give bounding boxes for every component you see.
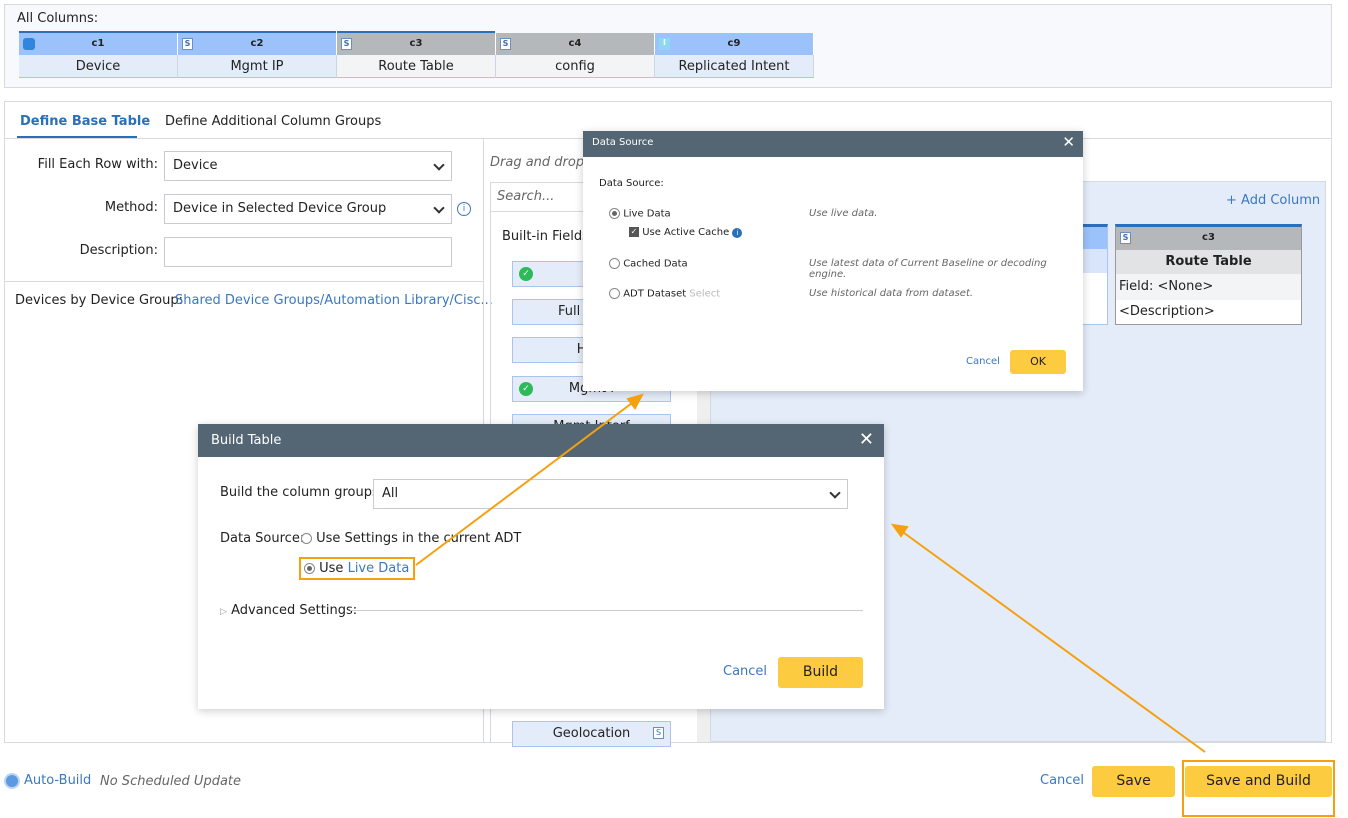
- schedule-status: No Scheduled Update: [100, 774, 242, 789]
- save-button[interactable]: Save: [1092, 766, 1175, 797]
- clock-icon[interactable]: [4, 773, 20, 789]
- annotation-arrows: [415, 393, 1206, 753]
- save-and-build-button[interactable]: Save and Build: [1185, 766, 1332, 797]
- cancel-button[interactable]: Cancel: [1040, 773, 1084, 788]
- auto-build-link[interactable]: Auto-Build: [24, 773, 91, 788]
